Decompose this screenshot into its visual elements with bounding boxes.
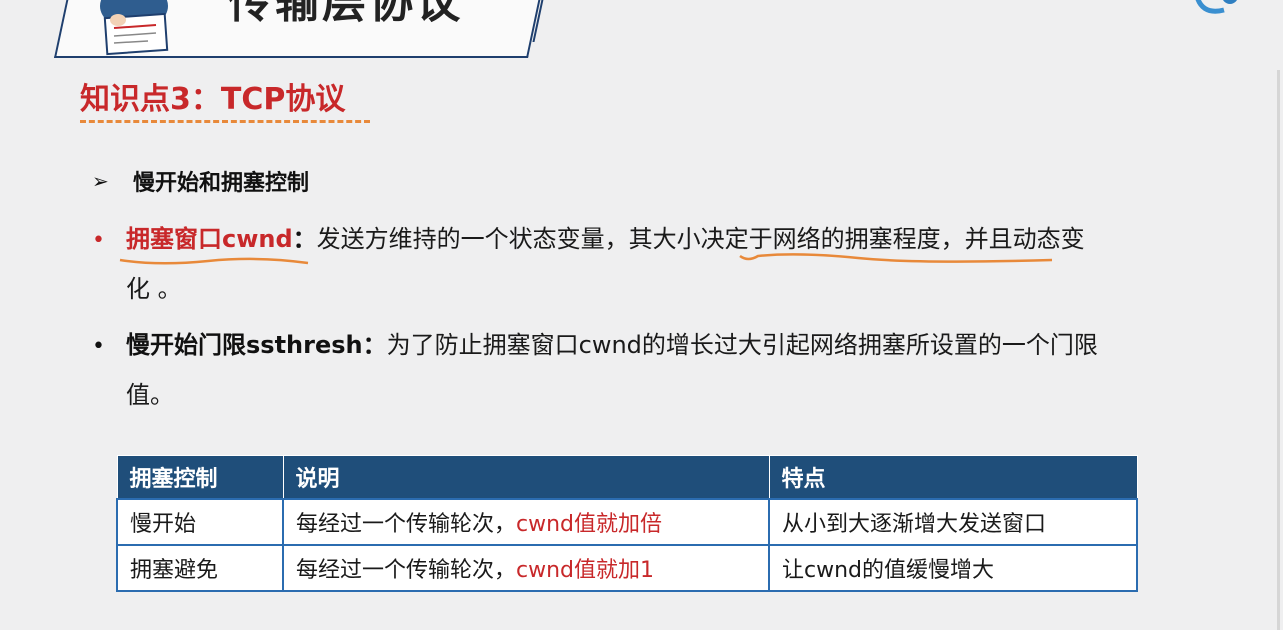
bullet-ssthresh-line2: 值。 (126, 381, 174, 409)
bullet-cwnd-line2: 化 。 (126, 275, 182, 303)
definition-ssthresh: 为了防止拥塞窗口cwnd的增长过大引起网络拥塞所设置的一个门限 (386, 331, 1098, 359)
description-text: 每经过一个传输轮次， (296, 558, 517, 583)
section-title: 知识点3：TCP协议 (80, 82, 346, 117)
mascot-icon (100, 0, 169, 56)
term-ssthresh: 慢开始门限ssthresh (126, 331, 363, 359)
column-header: 特点 (768, 455, 1138, 500)
column-header: 说明 (282, 455, 770, 500)
annotation-squiggle (739, 253, 1053, 263)
description-highlight: cwnd值就加倍 (516, 512, 663, 537)
cell-feature: 让cwnd的值缓慢增大 (768, 544, 1138, 592)
annotation-squiggle (119, 257, 309, 265)
logo-icon (1195, 0, 1237, 14)
term-separator: ： (362, 331, 387, 359)
cell-control-name: 慢开始 (116, 498, 284, 546)
definition-cwnd: 发送方维持的一个状态变量，其大小决定于网络的拥塞程度，并且动态变 (316, 225, 1085, 253)
table-row: 拥塞避免 每经过一个传输轮次，cwnd值就加1 让cwnd的值缓慢增大 (116, 544, 1138, 592)
table-header-row: 拥塞控制 说明 特点 (116, 455, 1138, 500)
section-title-underline (80, 120, 370, 123)
cell-description: 每经过一个传输轮次，cwnd值就加倍 (282, 498, 770, 546)
cell-control-name: 拥塞避免 (116, 544, 284, 592)
table-row: 慢开始 每经过一个传输轮次，cwnd值就加倍 从小到大逐渐增大发送窗口 (116, 498, 1138, 546)
term-separator: ： (292, 225, 317, 253)
description-highlight: cwnd值就加1 (516, 558, 655, 583)
subsection-heading: 慢开始和拥塞控制 (133, 171, 310, 196)
congestion-control-table: 拥塞控制 说明 特点 慢开始 每经过一个传输轮次，cwnd值就加倍 从小到大逐渐… (116, 455, 1138, 592)
bullet-ssthresh-line1: 慢开始门限ssthresh：为了防止拥塞窗口cwnd的增长过大引起网络拥塞所设置… (126, 320, 1098, 370)
cell-description: 每经过一个传输轮次，cwnd值就加1 (282, 544, 770, 592)
cell-feature: 从小到大逐渐增大发送窗口 (768, 498, 1138, 546)
term-cwnd: 拥塞窗口cwnd (126, 225, 293, 253)
arrow-bullet-icon: ➢ (92, 169, 109, 193)
bullet-dot: • (92, 228, 105, 253)
column-header: 拥塞控制 (116, 455, 284, 500)
description-text: 每经过一个传输轮次， (296, 512, 517, 537)
bullet-dot: • (92, 334, 105, 359)
right-edge-rule (1277, 70, 1280, 630)
banner-title: 传输层协议 (228, 0, 463, 28)
